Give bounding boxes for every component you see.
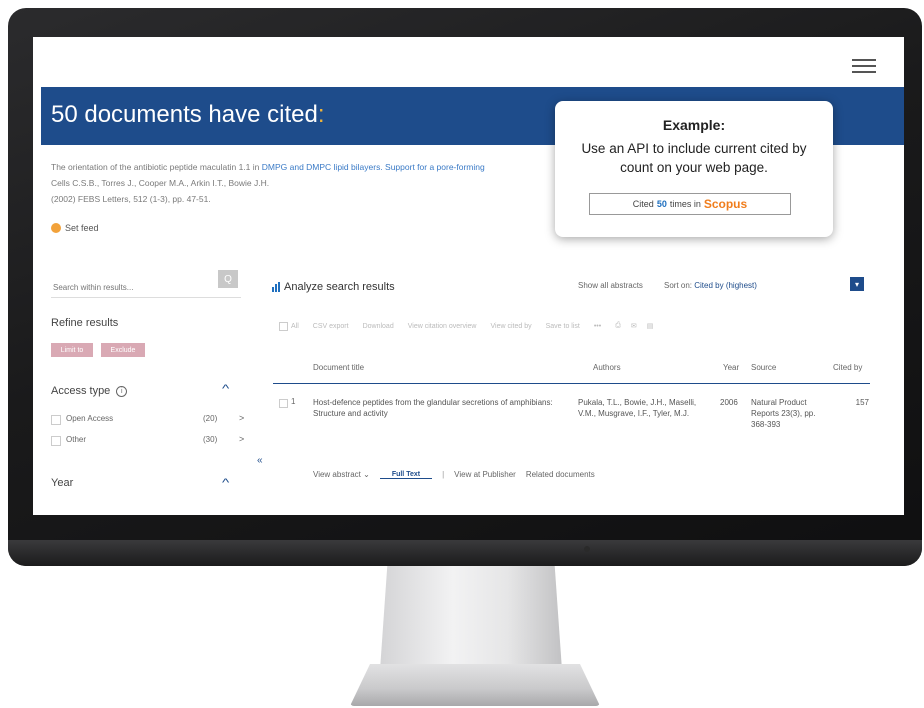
badge-count: 50 bbox=[656, 199, 667, 209]
access-type-label: Access type bbox=[51, 385, 111, 397]
citation-source: (2002) FEBS Letters, 512 (1-3), pp. 47-5… bbox=[51, 194, 211, 204]
analyze-label: Analyze search results bbox=[284, 281, 395, 293]
facet-option-other[interactable]: Other (30) > bbox=[51, 433, 251, 449]
monitor-chin bbox=[8, 540, 922, 566]
search-within-results bbox=[51, 275, 241, 298]
bar-chart-icon bbox=[272, 282, 280, 292]
view-abstract-label: View abstract bbox=[313, 470, 361, 479]
column-header-title[interactable]: Document title bbox=[313, 363, 364, 372]
monitor-stand-neck bbox=[380, 566, 562, 670]
select-all-dropdown[interactable]: All bbox=[291, 323, 299, 330]
year-label: Year bbox=[51, 477, 74, 489]
view-abstract-link[interactable]: View abstract ⌄ bbox=[313, 470, 370, 479]
column-header-cited-by[interactable]: Cited by bbox=[833, 363, 862, 372]
callout-body: Use an API to include current cited by c… bbox=[581, 141, 807, 175]
more-options-button[interactable]: ••• bbox=[594, 323, 601, 330]
show-all-abstracts-link[interactable]: Show all abstracts bbox=[578, 281, 643, 290]
result-source[interactable]: Natural Product Reports 23(3), pp. 368-3… bbox=[751, 397, 831, 430]
facet-option-count: (30) bbox=[203, 435, 218, 444]
divider: | bbox=[442, 470, 445, 479]
result-cited-by[interactable]: 157 bbox=[845, 397, 869, 408]
sort-select[interactable]: Cited by (highest) bbox=[694, 281, 757, 290]
chevron-down-icon: ⌄ bbox=[363, 470, 370, 479]
menu-icon[interactable] bbox=[852, 59, 876, 73]
chevron-right-icon[interactable]: > bbox=[239, 434, 244, 444]
sort-dropdown-icon[interactable]: ▾ bbox=[850, 277, 864, 291]
analyze-search-results-link[interactable]: Analyze search results bbox=[272, 281, 395, 293]
refine-results-title: Refine results bbox=[51, 317, 119, 329]
row-number: 1 bbox=[291, 397, 296, 406]
badge-text-before: Cited bbox=[632, 199, 654, 209]
results-toolbar: All CSV export Download View citation ov… bbox=[279, 320, 653, 332]
search-input[interactable] bbox=[51, 277, 215, 297]
page-title-colon: : bbox=[317, 101, 325, 128]
search-button[interactable]: Q bbox=[218, 270, 238, 288]
limit-to-button[interactable]: Limit to bbox=[51, 343, 93, 357]
badge-text-after: times in bbox=[669, 199, 701, 209]
access-type-facet-title[interactable]: Access type i bbox=[51, 385, 128, 397]
sort-label: Sort on: bbox=[664, 281, 693, 290]
result-row-actions: View abstract ⌄ Full Text | View at Publ… bbox=[313, 470, 595, 479]
facet-option-label: Open Access bbox=[66, 414, 114, 423]
set-feed-link[interactable]: Set feed bbox=[51, 223, 99, 233]
save-to-list-button[interactable]: Save to list bbox=[546, 323, 580, 330]
monitor-screen: 50 documents have cited: The orientation… bbox=[33, 37, 904, 515]
info-icon[interactable]: i bbox=[116, 385, 128, 397]
csv-export-button[interactable]: CSV export bbox=[313, 323, 349, 330]
citation-authors: Cells C.S.B., Torres J., Cooper M.A., Ar… bbox=[51, 178, 270, 188]
result-year: 2006 bbox=[720, 398, 738, 407]
related-documents-link[interactable]: Related documents bbox=[526, 470, 595, 479]
column-header-authors[interactable]: Authors bbox=[593, 363, 621, 372]
cited-by-badge[interactable]: Cited 50 times in Scopus bbox=[589, 193, 791, 215]
facet-option-open-access[interactable]: Open Access (20) > bbox=[51, 412, 251, 428]
page-title: 50 documents have cited: bbox=[51, 101, 325, 129]
view-citation-overview-button[interactable]: View citation overview bbox=[408, 323, 477, 330]
column-header-year[interactable]: Year bbox=[723, 363, 739, 372]
example-callout: Example: Use an API to include current c… bbox=[555, 101, 833, 237]
collapse-year-icon[interactable]: ^ bbox=[222, 477, 229, 489]
result-title-link[interactable]: Host-defence peptides from the glandular… bbox=[313, 397, 563, 419]
callout-heading: Example: bbox=[662, 117, 726, 133]
chevron-right-icon[interactable]: > bbox=[239, 413, 244, 423]
monitor-stand-base bbox=[350, 664, 600, 706]
page-title-text: 50 documents have cited bbox=[51, 101, 318, 128]
citation-title-link[interactable]: DMPG and DMPC lipid bilayers. Support fo… bbox=[262, 162, 485, 172]
view-at-publisher-link[interactable]: View at Publisher bbox=[454, 470, 516, 479]
table-header-divider bbox=[273, 383, 870, 384]
collapse-access-type-icon[interactable]: ^ bbox=[222, 383, 229, 395]
email-icon[interactable]: ✉ bbox=[631, 322, 637, 330]
exclude-button[interactable]: Exclude bbox=[101, 343, 145, 357]
year-facet-title[interactable]: Year bbox=[51, 477, 73, 489]
scopus-logo: Scopus bbox=[703, 197, 748, 211]
facet-option-count: (20) bbox=[203, 414, 218, 423]
citation-title-start: The orientation of the antibiotic peptid… bbox=[51, 162, 262, 172]
result-authors[interactable]: Pukala, T.L., Bowie, J.H., Maselli, V.M.… bbox=[578, 397, 698, 419]
set-feed-label: Set feed bbox=[65, 223, 99, 233]
sort-control: Sort on: Cited by (highest) bbox=[664, 281, 757, 290]
checkbox[interactable] bbox=[51, 415, 61, 425]
bibliography-icon[interactable]: ▤ bbox=[647, 322, 654, 330]
select-all-checkbox[interactable] bbox=[279, 321, 288, 331]
full-text-button[interactable]: Full Text bbox=[379, 471, 433, 479]
monitor-logo bbox=[584, 546, 590, 552]
download-button[interactable]: Download bbox=[363, 323, 394, 330]
search-icon: Q bbox=[224, 273, 232, 285]
checkbox[interactable] bbox=[51, 436, 61, 446]
collapse-sidebar-icon[interactable]: « bbox=[257, 455, 263, 466]
column-header-source[interactable]: Source bbox=[751, 363, 776, 372]
facet-option-label: Other bbox=[66, 435, 87, 444]
rss-icon bbox=[51, 223, 61, 233]
print-icon[interactable]: ⎙ bbox=[615, 322, 621, 330]
view-cited-by-button[interactable]: View cited by bbox=[490, 323, 531, 330]
cited-document-reference: The orientation of the antibiotic peptid… bbox=[51, 159, 571, 207]
row-checkbox[interactable] bbox=[279, 399, 288, 408]
